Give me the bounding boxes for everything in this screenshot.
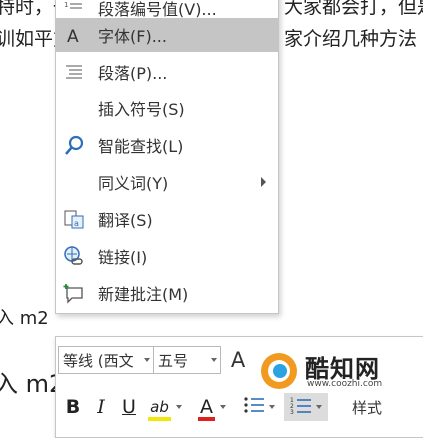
font-color-icon: A	[198, 396, 215, 421]
watermark-url: www.coozhi.com	[307, 379, 383, 389]
paragraph-icon	[62, 60, 86, 84]
svg-text:1: 1	[64, 1, 68, 9]
chevron-right-icon	[261, 177, 266, 187]
font-name-value: 等线 (西文	[63, 351, 134, 370]
chevron-down-icon	[220, 405, 226, 409]
menu-item-new-comment[interactable]: 新建批注(M)	[56, 276, 278, 310]
doc-line3: 入 m2	[0, 308, 49, 329]
styles-button[interactable]: 样式	[346, 393, 388, 421]
highlight-button[interactable]: ab	[146, 393, 186, 421]
font-size-dropdown[interactable]: 五号	[153, 346, 221, 374]
menu-item-smart-lookup[interactable]: 智能查找(L)	[56, 128, 278, 162]
font-color-button[interactable]: A	[194, 393, 232, 421]
grow-font-button[interactable]: A	[226, 346, 250, 374]
svg-text:3: 3	[290, 409, 294, 415]
link-icon	[62, 244, 86, 268]
menu-item-translate[interactable]: a 翻译(S)	[56, 202, 278, 236]
font-size-value: 五号	[158, 351, 189, 370]
numbering-button[interactable]: 123	[284, 393, 328, 421]
menu-label: 翻译(S)	[98, 211, 153, 230]
chevron-down-icon	[316, 405, 322, 409]
menu-item-synonyms[interactable]: 同义词(Y)	[56, 165, 278, 199]
chevron-down-icon	[144, 358, 150, 362]
menu-item-insert-symbol[interactable]: 插入符号(S)	[56, 91, 278, 125]
bullets-button[interactable]	[240, 393, 278, 421]
numbering-icon: 123	[290, 395, 312, 419]
font-icon: A	[62, 23, 86, 47]
menu-label: 链接(I)	[98, 248, 148, 267]
menu-label: 插入符号(S)	[98, 100, 185, 119]
menu-item-paragraph[interactable]: 段落(P)...	[56, 55, 278, 89]
numbering-icon: 1	[62, 0, 86, 20]
doc-line2-right: 家介绍几种方法	[284, 28, 418, 50]
chevron-down-icon	[175, 405, 182, 409]
bullets-icon	[243, 395, 265, 419]
underline-button[interactable]: U	[118, 393, 140, 421]
menu-item-font[interactable]: A 字体(F)...	[56, 18, 278, 52]
menu-label: 段落编号值(V)...	[98, 0, 217, 19]
menu-label: 同义词(Y)	[98, 174, 169, 193]
translate-icon: a	[62, 207, 86, 231]
new-comment-icon	[62, 281, 86, 305]
menu-label: 新建批注(M)	[98, 285, 189, 304]
context-menu: 1 段落编号值(V)... A 字体(F)... 段落(P)... 插入符号(S…	[55, 0, 279, 314]
highlight-icon: ab	[148, 398, 171, 421]
grow-font-icon: A	[230, 348, 246, 372]
svg-text:a: a	[74, 219, 79, 228]
menu-label: 字体(F)...	[98, 27, 167, 46]
menu-label: 智能查找(L)	[98, 137, 184, 156]
menu-label: 段落(P)...	[98, 64, 168, 83]
bold-button[interactable]: B	[62, 393, 84, 421]
font-name-dropdown[interactable]: 等线 (西文	[58, 346, 154, 374]
menu-item-link[interactable]: 链接(I)	[56, 239, 278, 273]
svg-text:A: A	[67, 27, 79, 45]
doc-line1-right: 大家都会打，但是	[284, 0, 423, 18]
smart-lookup-icon	[62, 133, 86, 157]
italic-button[interactable]: I	[90, 393, 112, 421]
chevron-down-icon	[269, 405, 275, 409]
chevron-down-icon	[211, 358, 217, 362]
site-watermark: 酷知网 www.coozhi.com	[261, 347, 411, 395]
